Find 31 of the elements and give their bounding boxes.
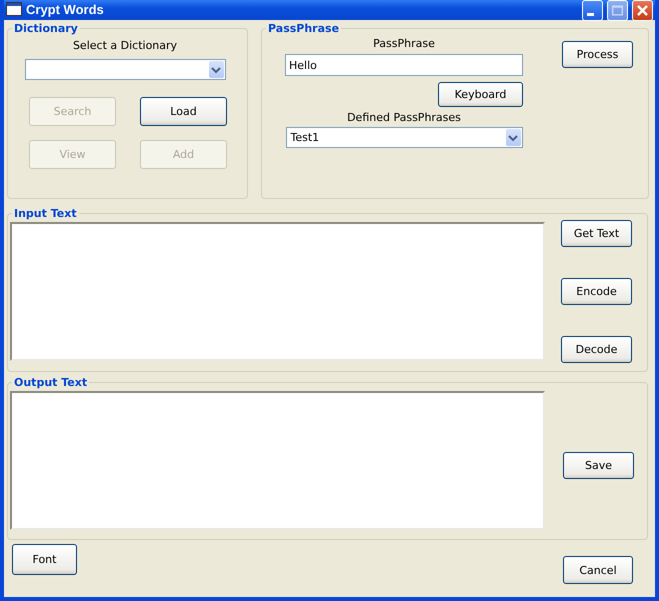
action-button[interactable]: Get Text [561,220,632,247]
close-icon [637,4,648,16]
font-button[interactable]: Font [12,544,77,575]
passphrase-field[interactable]: Hello [285,54,523,76]
cancel-button[interactable]: Cancel [563,556,633,584]
chevron-down-icon [508,134,518,142]
field-label: PassPhrase [373,37,435,50]
process-button[interactable]: Process [562,41,633,68]
action-button[interactable]: Decode [561,336,632,363]
minimize-button[interactable] [582,0,603,20]
group-title: PassPhrase [267,22,340,35]
maximize-button[interactable] [607,0,628,20]
window-icon [6,2,22,16]
minimize-icon [586,13,594,16]
dictionary-dropdown[interactable] [24,59,226,80]
close-button[interactable] [632,0,653,20]
field-label: Defined PassPhrases [347,111,461,124]
save-button[interactable]: Save [563,452,634,479]
chevron-down-icon [211,66,221,74]
group-title: Input Text [13,207,78,220]
dictionary-button[interactable]: Load [140,97,227,126]
group-title: Dictionary [13,22,79,35]
keyboard-button[interactable]: Keyboard [438,82,523,107]
passphrases-dropdown[interactable]: Test1 [286,127,522,148]
maximize-icon [612,4,623,16]
action-button[interactable]: Encode [561,278,632,305]
group-title: Output Text [13,376,88,389]
dropdown-value: Test1 [290,131,320,144]
field-label: Select a Dictionary [72,39,178,52]
window-title: Crypt Words [26,2,104,16]
input-text-area[interactable] [10,222,545,361]
